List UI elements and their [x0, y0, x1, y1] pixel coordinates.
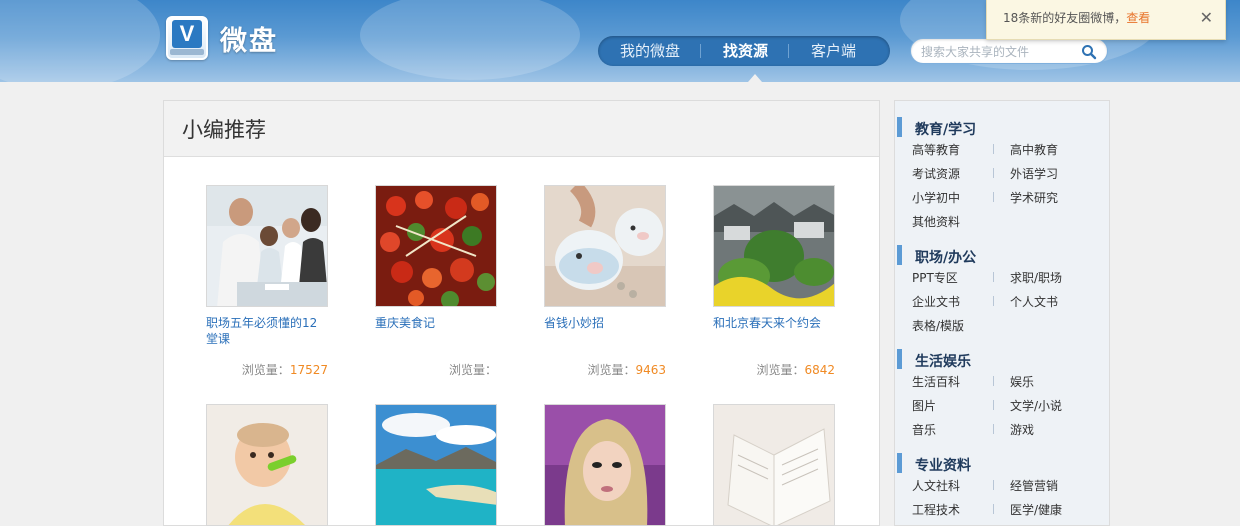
- category-link[interactable]: 求职/职场: [1010, 269, 1062, 286]
- category-marker: [897, 245, 902, 265]
- recommend-panel: 小编推荐 职场五年必须懂的12堂课 浏览量：17527 重庆美食记 浏览量： 省…: [163, 100, 880, 526]
- card-title[interactable]: 和北京春天来个约会: [713, 315, 835, 347]
- views-label: 浏览量：: [241, 363, 290, 377]
- resource-card[interactable]: [206, 404, 328, 526]
- category-link[interactable]: 小学初中: [912, 189, 960, 206]
- search-input[interactable]: [921, 43, 1081, 61]
- category-education: 教育/学习 高等教育 高中教育 考试资源 外语学习 小学初中 学术研究 其他资料: [895, 115, 1111, 237]
- open-book-photo[interactable]: [713, 404, 835, 526]
- girl-portrait-photo[interactable]: [544, 404, 666, 526]
- category-link[interactable]: 经管营销: [1010, 477, 1058, 494]
- lake-landscape-photo[interactable]: [375, 404, 497, 526]
- category-link[interactable]: 生活百科: [912, 373, 960, 390]
- category-link[interactable]: 高等教育: [912, 141, 960, 158]
- search-icon[interactable]: [1081, 44, 1097, 60]
- cloud-decoration: [360, 0, 580, 80]
- resource-card[interactable]: [713, 404, 835, 526]
- category-link[interactable]: 娱乐: [1010, 373, 1034, 390]
- office-meeting-photo[interactable]: [206, 185, 328, 307]
- category-professional: 专业资料 人文社科 经管营销 工程技术 医学/健康: [895, 451, 1111, 525]
- category-link[interactable]: 其他资料: [912, 213, 960, 230]
- category-workplace: 职场/办公 PPT专区 求职/职场 企业文书 个人文书 表格/模版: [895, 243, 1111, 341]
- brand-logo[interactable]: V 微盘: [166, 16, 278, 60]
- category-link[interactable]: 高中教育: [1010, 141, 1058, 158]
- nav-my-disk[interactable]: 我的微盘: [598, 36, 680, 66]
- category-link[interactable]: 表格/模版: [912, 317, 964, 334]
- piggy-bank-photo[interactable]: [544, 185, 666, 307]
- nav-find-resources[interactable]: 找资源: [701, 36, 768, 66]
- logo-letter: V: [172, 20, 202, 48]
- category-marker: [897, 349, 902, 369]
- resource-card[interactable]: 重庆美食记 浏览量：: [375, 185, 497, 377]
- resource-card[interactable]: [375, 404, 497, 526]
- resource-card[interactable]: [544, 404, 666, 526]
- spicy-food-photo[interactable]: [375, 185, 497, 307]
- notice-text: 18条新的好友圈微博，: [1003, 11, 1127, 25]
- v-disk-icon: V: [166, 16, 208, 60]
- resource-card[interactable]: 省钱小妙招 浏览量：9463: [544, 185, 666, 377]
- views-label: 浏览量：: [756, 363, 805, 377]
- view-count: 浏览量：: [449, 361, 497, 378]
- views-number: 9463: [635, 363, 666, 377]
- views-label: 浏览量：: [448, 363, 497, 377]
- cloud-decoration: [0, 0, 160, 82]
- category-title[interactable]: 教育/学习: [915, 119, 976, 139]
- category-lifestyle: 生活娱乐 生活百科 娱乐 图片 文学/小说 音乐 游戏: [895, 347, 1111, 445]
- category-link[interactable]: PPT专区: [912, 269, 958, 286]
- category-link[interactable]: 音乐: [912, 421, 936, 438]
- card-title[interactable]: 省钱小妙招: [544, 315, 666, 347]
- category-link[interactable]: 游戏: [1010, 421, 1034, 438]
- category-link[interactable]: 医学/健康: [1010, 501, 1062, 518]
- main-nav: 我的微盘 找资源 客户端: [598, 36, 890, 66]
- category-link[interactable]: 个人文书: [1010, 293, 1058, 310]
- category-link[interactable]: 人文社科: [912, 477, 960, 494]
- notification-bar: 18条新的好友圈微博，查看 ✕: [986, 0, 1226, 40]
- views-number: 6842: [804, 363, 835, 377]
- category-title[interactable]: 职场/办公: [915, 247, 976, 267]
- card-title[interactable]: 重庆美食记: [375, 315, 497, 347]
- category-title[interactable]: 专业资料: [915, 455, 971, 475]
- category-link[interactable]: 图片: [912, 397, 936, 414]
- panel-title: 小编推荐: [164, 101, 879, 157]
- category-marker: [897, 453, 902, 473]
- card-title[interactable]: 职场五年必须懂的12堂课: [206, 315, 328, 347]
- brand-name: 微盘: [220, 25, 278, 57]
- category-sidebar: 教育/学习 高等教育 高中教育 考试资源 外语学习 小学初中 学术研究 其他资料…: [894, 100, 1110, 526]
- category-link[interactable]: 考试资源: [912, 165, 960, 182]
- close-icon[interactable]: ✕: [1200, 0, 1213, 36]
- spring-village-photo[interactable]: [713, 185, 835, 307]
- category-link[interactable]: 企业文书: [912, 293, 960, 310]
- resource-card[interactable]: 职场五年必须懂的12堂课 浏览量：17527: [206, 185, 328, 377]
- resource-card[interactable]: 和北京春天来个约会 浏览量：6842: [713, 185, 835, 377]
- category-link[interactable]: 外语学习: [1010, 165, 1058, 182]
- search-box: [910, 38, 1108, 64]
- view-count: 浏览量：17527: [242, 361, 328, 378]
- nav-client[interactable]: 客户端: [789, 36, 856, 66]
- view-count: 浏览量：9463: [587, 361, 666, 378]
- active-tab-caret: [748, 74, 762, 82]
- notice-view-link[interactable]: 查看: [1126, 11, 1150, 25]
- category-title[interactable]: 生活娱乐: [915, 351, 971, 371]
- category-link[interactable]: 工程技术: [912, 501, 960, 518]
- category-marker: [897, 117, 902, 137]
- category-link[interactable]: 学术研究: [1010, 189, 1058, 206]
- view-count: 浏览量：6842: [756, 361, 835, 378]
- views-label: 浏览量：: [587, 363, 636, 377]
- baby-eating-photo[interactable]: [206, 404, 328, 526]
- category-link[interactable]: 文学/小说: [1010, 397, 1062, 414]
- views-number: 17527: [289, 363, 328, 377]
